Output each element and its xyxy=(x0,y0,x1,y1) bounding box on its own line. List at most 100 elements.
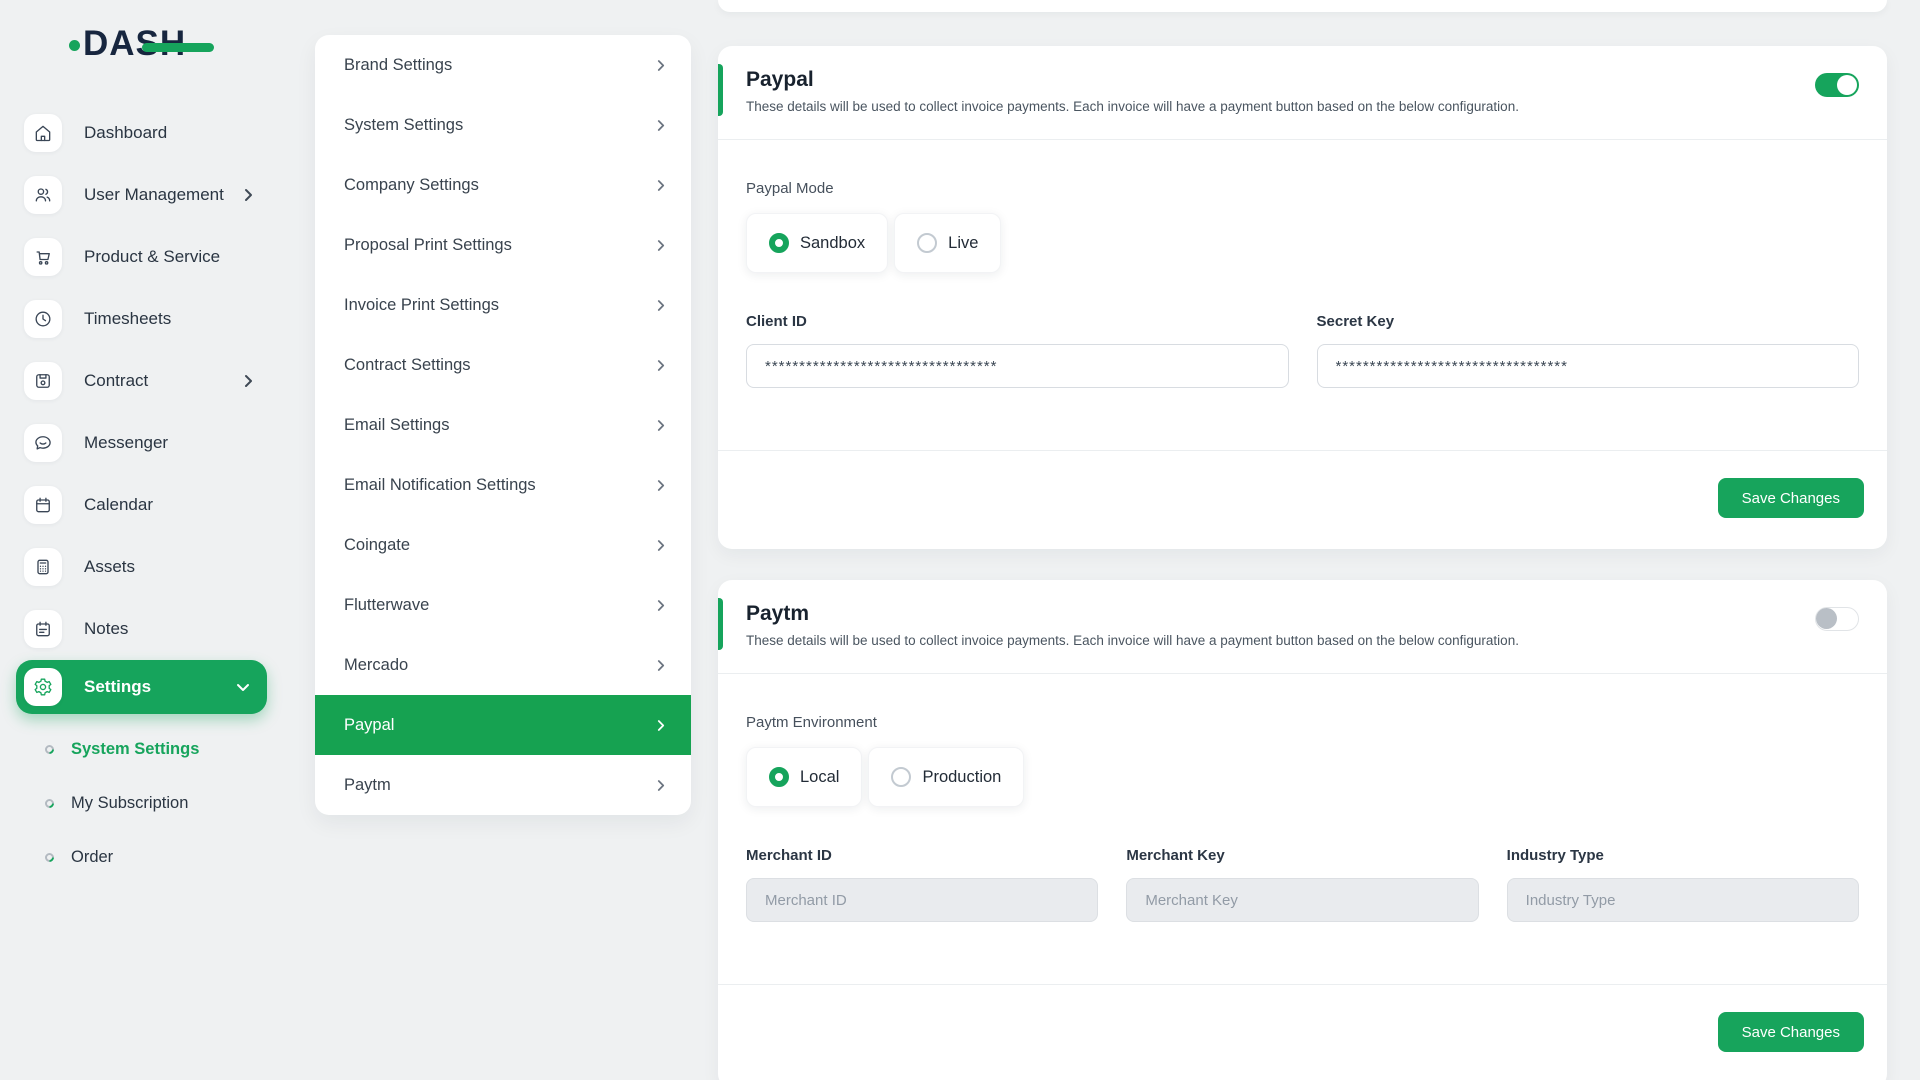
users-icon xyxy=(24,176,62,214)
radio-option-live[interactable]: Live xyxy=(894,213,1001,273)
menu-item-label: Coingate xyxy=(344,536,410,555)
bullet-icon xyxy=(43,851,56,864)
menu-item-email-notification-settings[interactable]: Email Notification Settings xyxy=(315,455,691,515)
sidebar-item-label: Timesheets xyxy=(84,309,171,329)
logo-dot-icon xyxy=(69,40,80,51)
radio-option-production[interactable]: Production xyxy=(868,747,1024,807)
industry-type-input[interactable] xyxy=(1507,878,1859,922)
menu-item-label: System Settings xyxy=(344,116,463,135)
paytm-environment-label: Paytm Environment xyxy=(746,714,1859,731)
accent-bar xyxy=(718,64,723,116)
logo-bar-icon xyxy=(142,43,214,52)
sidebar-item-user-management[interactable]: User Management xyxy=(0,164,283,226)
chevron-right-icon xyxy=(657,719,665,732)
sidebar-item-product-service[interactable]: Product & Service xyxy=(0,226,283,288)
menu-item-paytm[interactable]: Paytm xyxy=(315,755,691,815)
sidebar-item-notes[interactable]: Notes xyxy=(0,598,283,660)
chevron-right-icon xyxy=(244,374,253,388)
paytm-fields: Merchant ID Merchant Key Industry Type xyxy=(746,847,1859,922)
paytm-card-header: Paytm These details will be used to coll… xyxy=(718,580,1887,674)
menu-item-paypal[interactable]: Paypal xyxy=(315,695,691,755)
radio-selected-icon xyxy=(769,233,789,253)
merchant-id-label: Merchant ID xyxy=(746,847,1098,864)
menu-item-label: Invoice Print Settings xyxy=(344,296,499,315)
sidebar-item-label: User Management xyxy=(84,185,224,205)
paypal-card-body: Paypal Mode Sandbox Live Client ID Secre… xyxy=(718,180,1887,388)
radio-option-sandbox[interactable]: Sandbox xyxy=(746,213,888,273)
menu-item-contract-settings[interactable]: Contract Settings xyxy=(315,335,691,395)
menu-item-system-settings[interactable]: System Settings xyxy=(315,95,691,155)
paytm-description: These details will be used to collect in… xyxy=(746,633,1859,648)
sidebar-item-calendar[interactable]: Calendar xyxy=(0,474,283,536)
paypal-card-footer: Save Changes xyxy=(718,450,1887,545)
menu-item-brand-settings[interactable]: Brand Settings xyxy=(315,35,691,95)
menu-item-label: Proposal Print Settings xyxy=(344,236,512,255)
paytm-card-body: Paytm Environment Local Production Merch… xyxy=(718,714,1887,922)
menu-item-label: Contract Settings xyxy=(344,356,471,375)
radio-option-label: Production xyxy=(922,768,1001,787)
sidebar-item-label: Notes xyxy=(84,619,128,639)
radio-unselected-icon xyxy=(917,233,937,253)
contract-icon xyxy=(24,362,62,400)
sidebar-subitem-order[interactable]: Order xyxy=(0,830,283,884)
main-content: Paypal These details will be used to col… xyxy=(718,0,1887,1080)
sidebar-item-label: Calendar xyxy=(84,495,153,515)
radio-unselected-icon xyxy=(891,767,911,787)
paytm-environment-options: Local Production xyxy=(746,747,1859,807)
merchant-key-input[interactable] xyxy=(1126,878,1478,922)
sidebar-item-label: Assets xyxy=(84,557,135,577)
paypal-fields: Client ID Secret Key xyxy=(746,313,1859,388)
sidebar-item-label: Product & Service xyxy=(84,247,220,267)
chevron-right-icon xyxy=(657,659,665,672)
industry-type-field-group: Industry Type xyxy=(1507,847,1859,922)
sidebar-item-settings[interactable]: Settings xyxy=(16,660,267,714)
paypal-title: Paypal xyxy=(746,68,1859,92)
settings-subnav: System Settings My Subscription Order xyxy=(0,722,283,884)
secret-key-input[interactable] xyxy=(1317,344,1860,388)
menu-item-invoice-print-settings[interactable]: Invoice Print Settings xyxy=(315,275,691,335)
sidebar-subitem-my-subscription[interactable]: My Subscription xyxy=(0,776,283,830)
merchant-key-label: Merchant Key xyxy=(1126,847,1478,864)
menu-item-coingate[interactable]: Coingate xyxy=(315,515,691,575)
chevron-right-icon xyxy=(657,119,665,132)
menu-item-flutterwave[interactable]: Flutterwave xyxy=(315,575,691,635)
radio-option-label: Live xyxy=(948,234,978,253)
sidebar-item-contract[interactable]: Contract xyxy=(0,350,283,412)
paytm-card: Paytm These details will be used to coll… xyxy=(718,580,1887,1080)
sidebar-subitem-label: Order xyxy=(71,848,113,867)
menu-item-company-settings[interactable]: Company Settings xyxy=(315,155,691,215)
paypal-mode-label: Paypal Mode xyxy=(746,180,1859,197)
bullet-icon xyxy=(43,797,56,810)
menu-item-label: Paytm xyxy=(344,776,391,795)
calculator-icon xyxy=(24,548,62,586)
notes-icon xyxy=(24,610,62,648)
sidebar-item-label: Dashboard xyxy=(84,123,167,143)
menu-item-proposal-print-settings[interactable]: Proposal Print Settings xyxy=(315,215,691,275)
sidebar-item-assets[interactable]: Assets xyxy=(0,536,283,598)
radio-option-label: Local xyxy=(800,768,839,787)
save-changes-button[interactable]: Save Changes xyxy=(1718,478,1864,518)
menu-item-label: Flutterwave xyxy=(344,596,429,615)
client-id-input[interactable] xyxy=(746,344,1289,388)
paytm-enabled-toggle[interactable] xyxy=(1815,607,1859,631)
merchant-id-input[interactable] xyxy=(746,878,1098,922)
sidebar-subitem-label: My Subscription xyxy=(71,794,188,813)
sidebar-subitem-system-settings[interactable]: System Settings xyxy=(0,722,283,776)
menu-item-mercado[interactable]: Mercado xyxy=(315,635,691,695)
cart-icon xyxy=(24,238,62,276)
menu-item-email-settings[interactable]: Email Settings xyxy=(315,395,691,455)
chevron-right-icon xyxy=(657,359,665,372)
sidebar-subitem-label: System Settings xyxy=(71,740,199,759)
paypal-mode-options: Sandbox Live xyxy=(746,213,1859,273)
sidebar-item-label: Messenger xyxy=(84,433,168,453)
client-id-field-group: Client ID xyxy=(746,313,1289,388)
save-changes-button[interactable]: Save Changes xyxy=(1718,1012,1864,1052)
chevron-right-icon xyxy=(657,539,665,552)
radio-option-local[interactable]: Local xyxy=(746,747,862,807)
sidebar-item-dashboard[interactable]: Dashboard xyxy=(0,102,283,164)
chat-icon xyxy=(24,424,62,462)
sidebar-item-messenger[interactable]: Messenger xyxy=(0,412,283,474)
sidebar-item-timesheets[interactable]: Timesheets xyxy=(0,288,283,350)
paypal-enabled-toggle[interactable] xyxy=(1815,73,1859,97)
paypal-card-header: Paypal These details will be used to col… xyxy=(718,46,1887,140)
